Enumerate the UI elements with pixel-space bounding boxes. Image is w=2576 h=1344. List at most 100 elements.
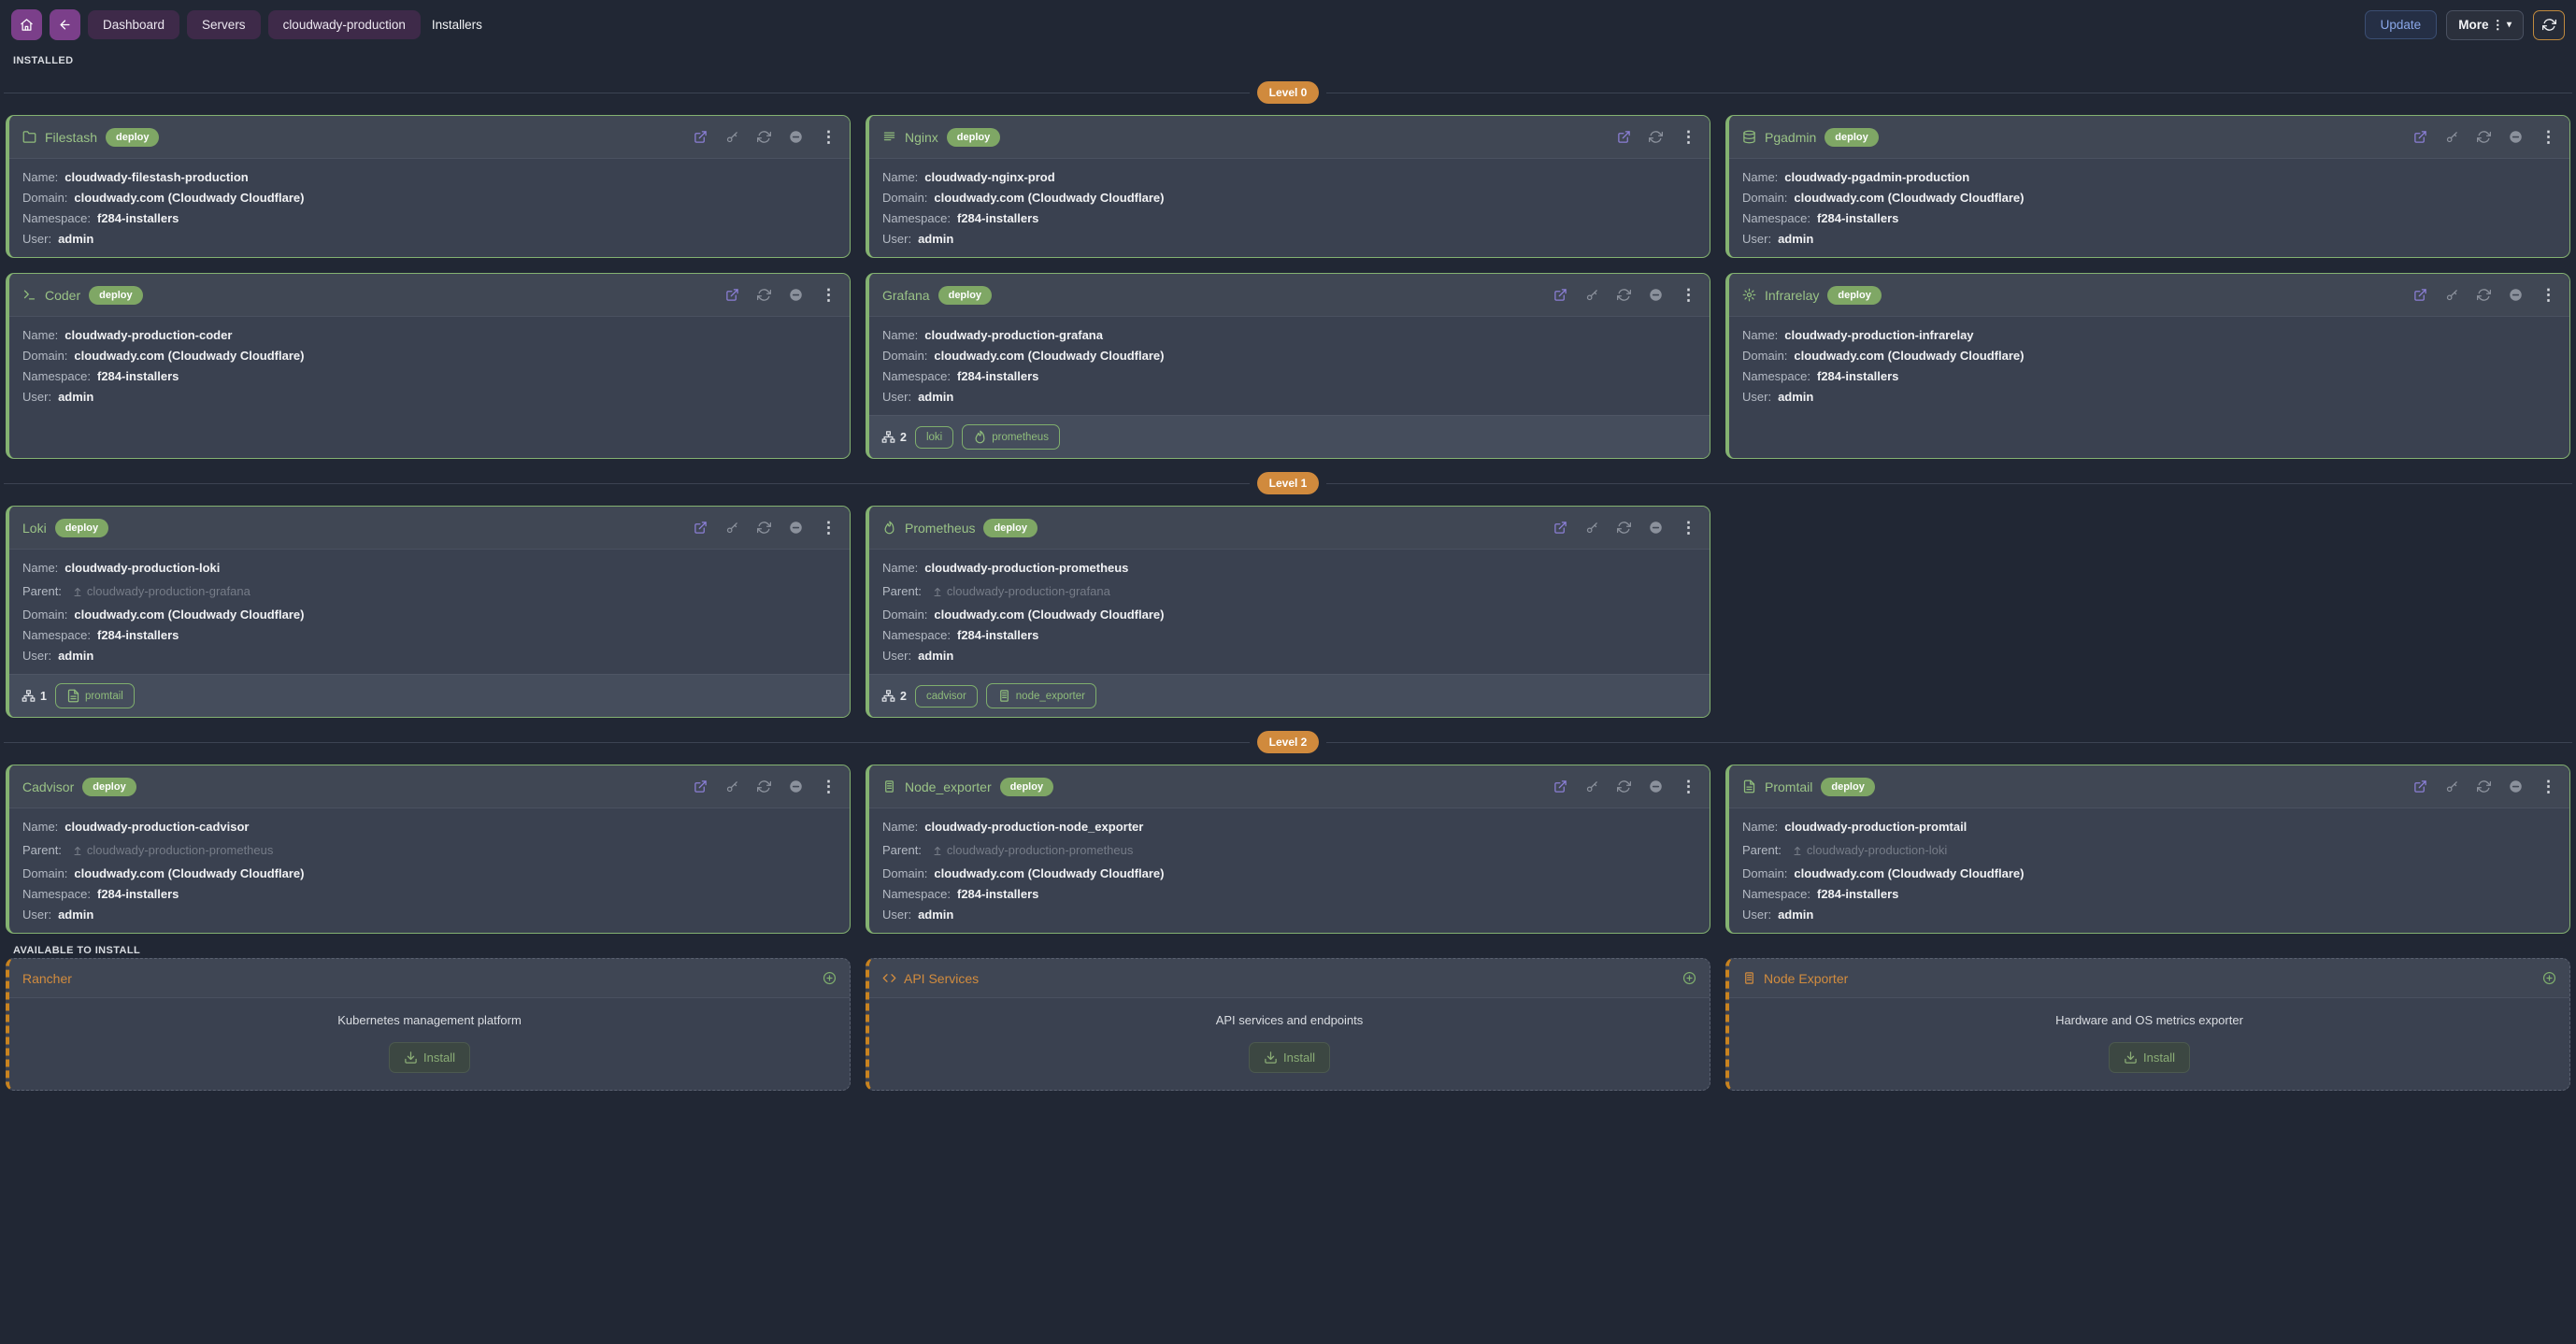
child-chip-loki[interactable]: loki [915, 426, 953, 449]
field-row: Name:cloudwady-production-infrarelay [1742, 328, 2556, 342]
child-chip-node_exporter[interactable]: node_exporter [986, 683, 1096, 708]
external-link-button[interactable] [694, 779, 708, 794]
ban-button[interactable] [1649, 779, 1663, 794]
kebab-menu-button[interactable]: ⋮ [821, 779, 837, 794]
field-label: Namespace: [22, 211, 91, 225]
external-link-button[interactable] [1553, 779, 1567, 794]
topbar: Dashboard Servers cloudwady-production I… [0, 0, 2576, 48]
field-row: Name:cloudwady-production-cadvisor [22, 820, 837, 834]
installed-card-grafana: Grafanadeploy⋮Name:cloudwady-production-… [866, 273, 1710, 459]
key-button[interactable] [725, 779, 739, 794]
external-link-button[interactable] [2413, 779, 2427, 794]
ban-button[interactable] [789, 521, 803, 535]
external-link-button[interactable] [694, 130, 708, 144]
external-link-button[interactable] [694, 521, 708, 535]
field-label: Domain: [1742, 866, 1787, 880]
field-value: admin [1778, 390, 1813, 404]
field-value: cloudwady-production-loki [1792, 843, 1947, 857]
ban-button[interactable] [789, 779, 803, 794]
key-button[interactable] [1585, 779, 1599, 794]
external-link-button[interactable] [725, 288, 739, 302]
refresh-button[interactable] [1617, 779, 1631, 794]
key-button[interactable] [2445, 130, 2459, 144]
kebab-menu-button[interactable]: ⋮ [2540, 779, 2556, 794]
install-button[interactable]: Install [2109, 1042, 2190, 1073]
ban-button[interactable] [2509, 130, 2523, 144]
refresh-button[interactable] [1617, 521, 1631, 535]
key-button[interactable] [2445, 779, 2459, 794]
home-button[interactable] [11, 9, 42, 40]
card-actions: ⋮ [694, 520, 837, 536]
field-row: Namespace:f284-installers [882, 369, 1696, 383]
more-button[interactable]: More ⋮ ▾ [2446, 10, 2524, 40]
field-label: Domain: [1742, 349, 1787, 363]
field-label: Domain: [882, 349, 927, 363]
ban-button[interactable] [2509, 288, 2523, 302]
available-grid: RancherKubernetes management platformIns… [0, 958, 2576, 1091]
field-label: Namespace: [22, 628, 91, 642]
install-button[interactable]: Install [389, 1042, 470, 1073]
refresh-button[interactable] [1649, 130, 1663, 144]
field-value: cloudwady.com (Cloudwady Cloudflare) [934, 191, 1164, 205]
refresh-button[interactable] [2533, 10, 2565, 40]
back-button[interactable] [50, 9, 80, 40]
kebab-menu-button[interactable]: ⋮ [1681, 129, 1696, 145]
refresh-button[interactable] [2477, 288, 2491, 302]
breadcrumb-dashboard[interactable]: Dashboard [88, 10, 179, 39]
refresh-button[interactable] [757, 130, 771, 144]
key-button[interactable] [1585, 521, 1599, 535]
kebab-menu-button[interactable]: ⋮ [1681, 779, 1696, 794]
plus-circle-button[interactable] [823, 971, 837, 985]
ban-button[interactable] [1649, 288, 1663, 302]
breadcrumb-server-name[interactable]: cloudwady-production [268, 10, 421, 39]
key-button[interactable] [1585, 288, 1599, 302]
field-label: User: [882, 908, 911, 922]
external-link-button[interactable] [1553, 521, 1567, 535]
key-button[interactable] [725, 130, 739, 144]
field-label: Domain: [22, 608, 67, 622]
kebab-menu-button[interactable]: ⋮ [2540, 287, 2556, 303]
refresh-icon [1617, 521, 1631, 535]
arrow-up-from-line-icon [1792, 845, 1803, 856]
update-button[interactable]: Update [2365, 10, 2438, 39]
refresh-button[interactable] [1617, 288, 1631, 302]
external-link-button[interactable] [1553, 288, 1567, 302]
kebab-menu-button[interactable]: ⋮ [2540, 129, 2556, 145]
field-row: Name:cloudwady-production-node_exporter [882, 820, 1696, 834]
deploy-badge: deploy [947, 128, 1000, 147]
refresh-button[interactable] [757, 521, 771, 535]
field-row: Name:cloudwady-production-promtail [1742, 820, 2556, 834]
install-button[interactable]: Install [1249, 1042, 1330, 1073]
refresh-button[interactable] [2477, 779, 2491, 794]
kebab-menu-button[interactable]: ⋮ [821, 287, 837, 303]
external-link-button[interactable] [2413, 288, 2427, 302]
card-actions: ⋮ [1617, 129, 1696, 145]
card-header: Pgadmindeploy⋮ [1729, 116, 2569, 159]
kebab-menu-button[interactable]: ⋮ [1681, 287, 1696, 303]
plus-circle-button[interactable] [1682, 971, 1696, 985]
ban-button[interactable] [789, 130, 803, 144]
child-chip-cadvisor[interactable]: cadvisor [915, 685, 978, 708]
ban-icon [789, 521, 803, 535]
kebab-menu-button[interactable]: ⋮ [821, 520, 837, 536]
ban-button[interactable] [1649, 521, 1663, 535]
card-children-footer: 2lokiprometheus [869, 415, 1710, 458]
ban-button[interactable] [789, 288, 803, 302]
breadcrumb-servers[interactable]: Servers [187, 10, 261, 39]
key-button[interactable] [725, 521, 739, 535]
child-chip-prometheus[interactable]: prometheus [962, 424, 1060, 450]
field-row: Domain:cloudwady.com (Cloudwady Cloudfla… [1742, 866, 2556, 880]
refresh-button[interactable] [757, 779, 771, 794]
child-chip-label: node_exporter [1016, 691, 1085, 702]
plus-circle-button[interactable] [2542, 971, 2556, 985]
external-link-button[interactable] [1617, 130, 1631, 144]
child-chip-promtail[interactable]: promtail [55, 683, 135, 708]
ban-button[interactable] [2509, 779, 2523, 794]
refresh-button[interactable] [757, 288, 771, 302]
kebab-menu-button[interactable]: ⋮ [1681, 520, 1696, 536]
external-link-button[interactable] [2413, 130, 2427, 144]
refresh-icon [757, 288, 771, 302]
refresh-button[interactable] [2477, 130, 2491, 144]
key-button[interactable] [2445, 288, 2459, 302]
kebab-menu-button[interactable]: ⋮ [821, 129, 837, 145]
